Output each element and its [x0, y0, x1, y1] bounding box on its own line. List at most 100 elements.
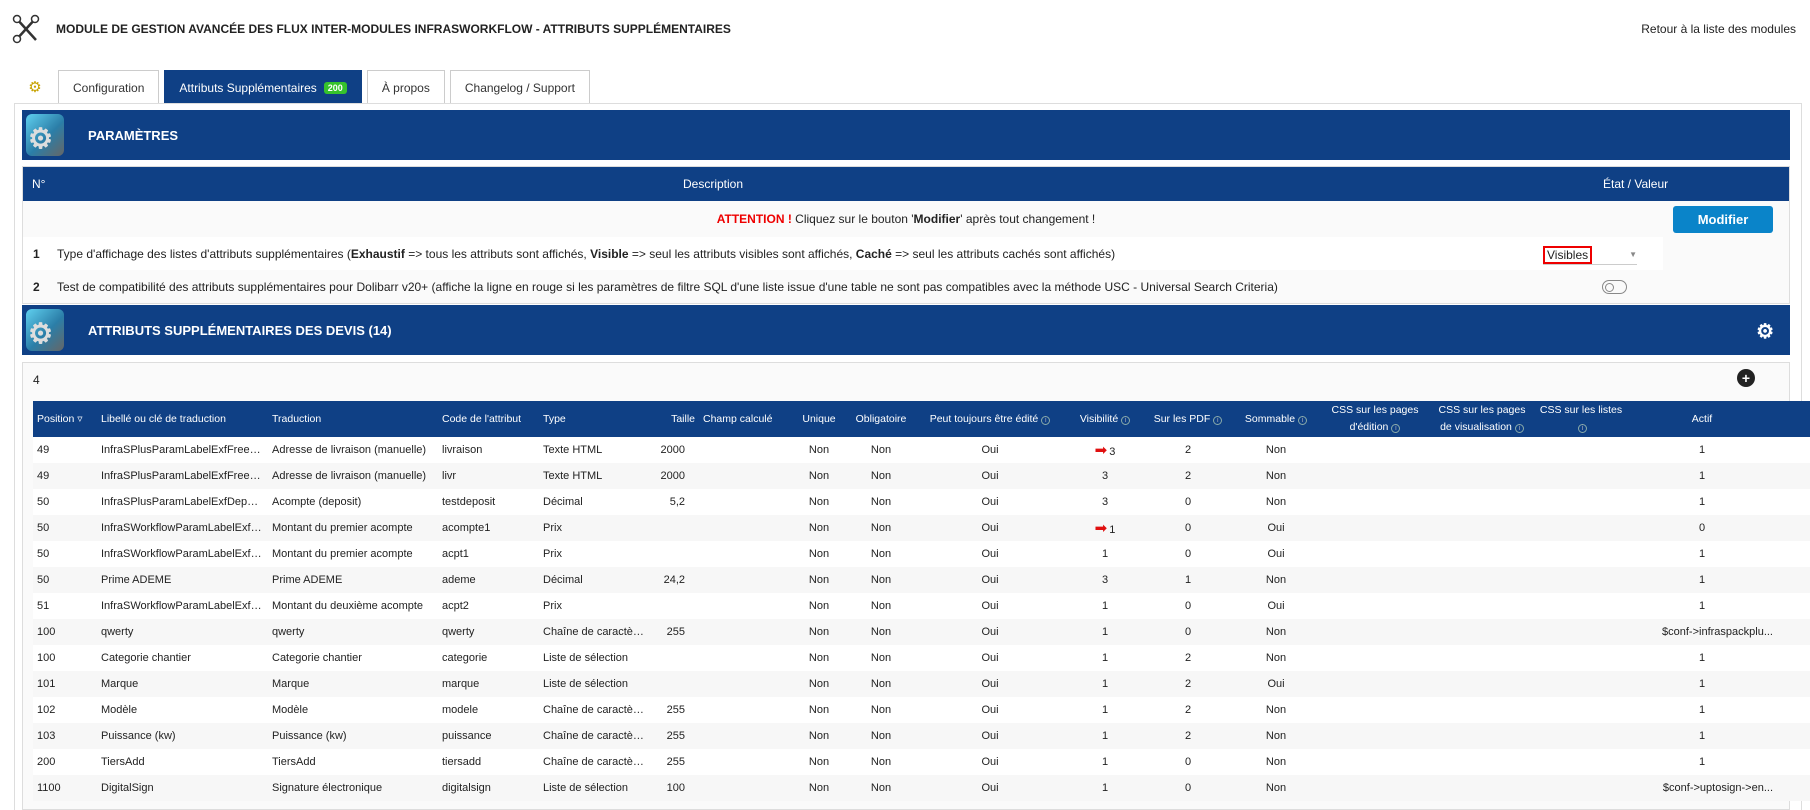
cell — [1429, 515, 1535, 541]
module-cube-icon — [26, 114, 64, 156]
cell: Oui — [915, 541, 1065, 567]
cell — [1535, 619, 1627, 645]
cell: Non — [847, 749, 915, 775]
cell — [1321, 619, 1429, 645]
cell: acompte1 — [438, 515, 539, 541]
modify-button[interactable]: Modifier — [1673, 206, 1773, 233]
cell-value: $conf->uptosign->en... — [1662, 782, 1773, 794]
column-label: Position ▿ — [37, 412, 83, 425]
cell — [1321, 775, 1429, 801]
attention-row: ATTENTION ! Cliquez sur le bouton 'Modif… — [23, 201, 1789, 237]
col-no: N° — [32, 177, 46, 191]
cell — [1429, 489, 1535, 515]
tools-icon — [12, 14, 40, 44]
cell — [1535, 541, 1627, 567]
table-row: 51 InfraSWorkflowParamLabelExfSe... Montan… — [33, 593, 1810, 619]
cell-value: Non — [1265, 730, 1287, 742]
cell-value: Non — [870, 678, 892, 690]
cell-value: 0 — [1698, 522, 1706, 534]
cell-value: Non — [870, 704, 892, 716]
cell: 102 — [33, 697, 97, 723]
cell: Non — [847, 775, 915, 801]
cell: Modèle — [268, 697, 438, 723]
cell: Non — [791, 463, 847, 489]
cell: 1 — [1627, 645, 1777, 671]
cell-value: Oui — [981, 730, 999, 742]
add-attribute-button[interactable]: + — [1737, 369, 1755, 387]
cell-value: 1 — [1698, 470, 1706, 482]
cell: Non — [1231, 697, 1321, 723]
cell: categorie — [438, 645, 539, 671]
cell: Modèle — [97, 697, 268, 723]
cell — [1321, 437, 1429, 463]
row-actions: ❐✎🗑 — [1777, 697, 1810, 723]
table-row: 102 Modèle Modèle modele Chaîne de caractère… — [33, 697, 1810, 723]
display-type-select[interactable]: Visibles ▼ — [1543, 245, 1637, 265]
cell-value: Non — [870, 652, 892, 664]
cell-value: Non — [870, 782, 892, 794]
tab-configuration[interactable]: Configuration — [58, 70, 160, 104]
compat-toggle[interactable] — [1602, 280, 1627, 294]
cell: Non — [1231, 749, 1321, 775]
cell: qwerty — [438, 619, 539, 645]
gear-icon[interactable]: ⚙ — [1756, 319, 1774, 344]
column-header[interactable]: Position ▿ — [33, 401, 97, 437]
page-title: MODULE DE GESTION AVANCÉE DES FLUX INTER… — [56, 22, 731, 36]
back-to-modules-link[interactable]: Retour à la liste des modules — [1641, 22, 1796, 36]
column-label: Sur les PDF — [1153, 412, 1211, 425]
cell: Oui — [1231, 515, 1321, 541]
cell: 1 — [1627, 567, 1777, 593]
cell — [1321, 489, 1429, 515]
tab-label: Attributs Supplémentaires — [179, 80, 317, 95]
cell-value: Non — [1265, 574, 1287, 586]
cell-value: Non — [808, 730, 830, 742]
cell-value: Categorie chantier — [272, 652, 362, 664]
cell-value: Oui — [981, 600, 999, 612]
cell — [699, 697, 791, 723]
cell: $conf->infraspackplu... — [1627, 619, 1777, 645]
cell: 2 — [1145, 437, 1231, 463]
cell-value: 2 — [1184, 678, 1192, 690]
section-title: ATTRIBUTS SUPPLÉMENTAIRES DES DEVIS (14) — [88, 322, 392, 338]
info-icon: i — [1213, 415, 1223, 425]
cell — [649, 671, 699, 697]
cell-value: InfraSWorkflowParamLabelExfDe... — [101, 522, 268, 534]
cell: Oui — [915, 619, 1065, 645]
cell: InfraSPlusParamLabelExfFreeAd... — [97, 463, 268, 489]
tab-changelog-support[interactable]: Changelog / Support — [449, 70, 590, 104]
info-icon: i — [1121, 415, 1131, 425]
cell-value: puissance — [442, 730, 492, 742]
column-header: Type — [539, 401, 649, 437]
cell-value: Non — [870, 470, 892, 482]
tab-attributs-supplementaires[interactable]: Attributs Supplémentaires 200 — [164, 70, 362, 104]
cell-value: livr — [442, 470, 457, 482]
cell-value: livraison — [442, 444, 483, 456]
column-header: CSS sur les listes i — [1535, 401, 1627, 437]
cell: Non — [791, 593, 847, 619]
cell-value: 1 — [1698, 600, 1706, 612]
table-row: 200 TiersAdd TiersAdd tiersadd Chaîne de car… — [33, 749, 1810, 775]
column-header: Visibilité i — [1065, 401, 1145, 437]
cell: 2 — [1145, 723, 1231, 749]
cell — [649, 541, 699, 567]
tab-a-propos[interactable]: À propos — [366, 70, 445, 104]
cell: Non — [847, 515, 915, 541]
cell-value: Oui — [981, 626, 999, 638]
cell-value: 1 — [1698, 704, 1706, 716]
cell — [1321, 515, 1429, 541]
cell: Montant du premier acompte — [268, 515, 438, 541]
cell-value: 50 — [37, 574, 50, 586]
cell: 100 — [649, 775, 699, 801]
cell — [1535, 567, 1627, 593]
col-description: Description — [683, 177, 744, 191]
cell-value: 3 — [1101, 470, 1109, 482]
cell-value: 255 — [666, 730, 685, 742]
select-value: Visibles — [1543, 245, 1593, 264]
cell: acpt1 — [438, 541, 539, 567]
module-gear-icon[interactable]: ⚙ — [20, 70, 50, 104]
cell-value: Non — [808, 782, 830, 794]
cell — [1429, 619, 1535, 645]
cell: ➡ 3 — [1065, 437, 1145, 463]
cell-value: 0 — [1184, 496, 1192, 508]
cell — [1321, 645, 1429, 671]
